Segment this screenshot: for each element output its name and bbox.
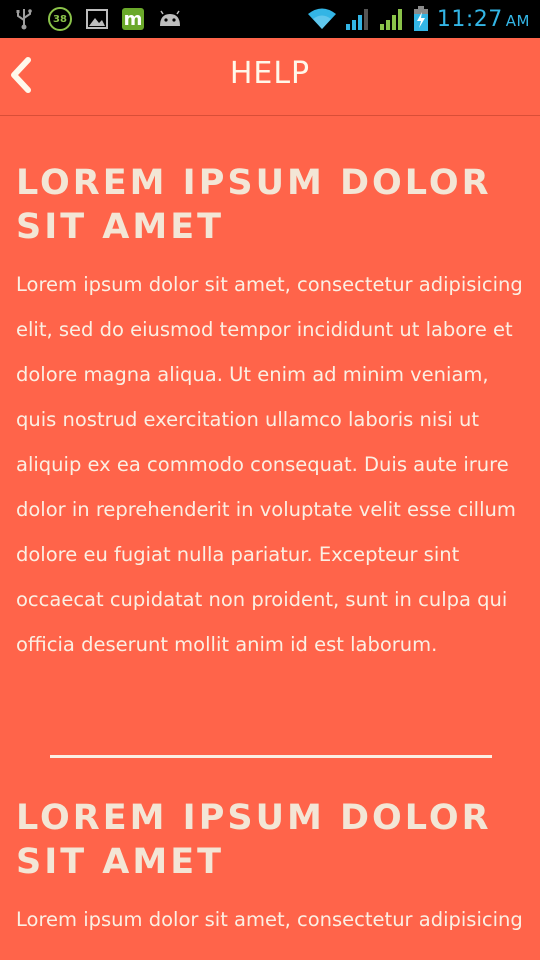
wifi-icon (307, 7, 337, 31)
clock-time: 11:27 (436, 6, 503, 32)
section-body-text: Lorem ipsum dolor sit amet, consectetur … (16, 273, 523, 656)
status-bar-system: 11:27 AM (307, 0, 530, 38)
android-icon (158, 10, 182, 28)
signal-2-icon (379, 7, 405, 31)
status-bar: 38 m 11:27 AM (0, 0, 540, 38)
notification-count-icon: 38 (48, 7, 72, 31)
clock-ampm: AM (505, 11, 530, 30)
help-section: LOREM IPSUM DOLOR SIT AMET Lorem ipsum d… (16, 758, 526, 942)
battery-charging-icon (413, 6, 429, 32)
section-heading: LOREM IPSUM DOLOR SIT AMET (16, 798, 492, 882)
section-heading: LOREM IPSUM DOLOR SIT AMET (16, 163, 492, 247)
action-bar: HELP (0, 38, 540, 116)
status-clock: 11:27 AM (437, 7, 530, 32)
gallery-icon (86, 9, 108, 29)
page-title: HELP (229, 56, 311, 91)
signal-1-icon (345, 7, 371, 31)
usb-icon (14, 8, 34, 30)
help-content[interactable]: LOREM IPSUM DOLOR SIT AMET Lorem ipsum d… (16, 116, 526, 942)
status-bar-notifications: 38 m (14, 0, 182, 38)
section-body-text: Lorem ipsum dolor sit amet, consectetur … (16, 908, 523, 931)
m-app-icon: m (122, 8, 144, 30)
help-section: LOREM IPSUM DOLOR SIT AMET Lorem ipsum d… (16, 116, 526, 667)
